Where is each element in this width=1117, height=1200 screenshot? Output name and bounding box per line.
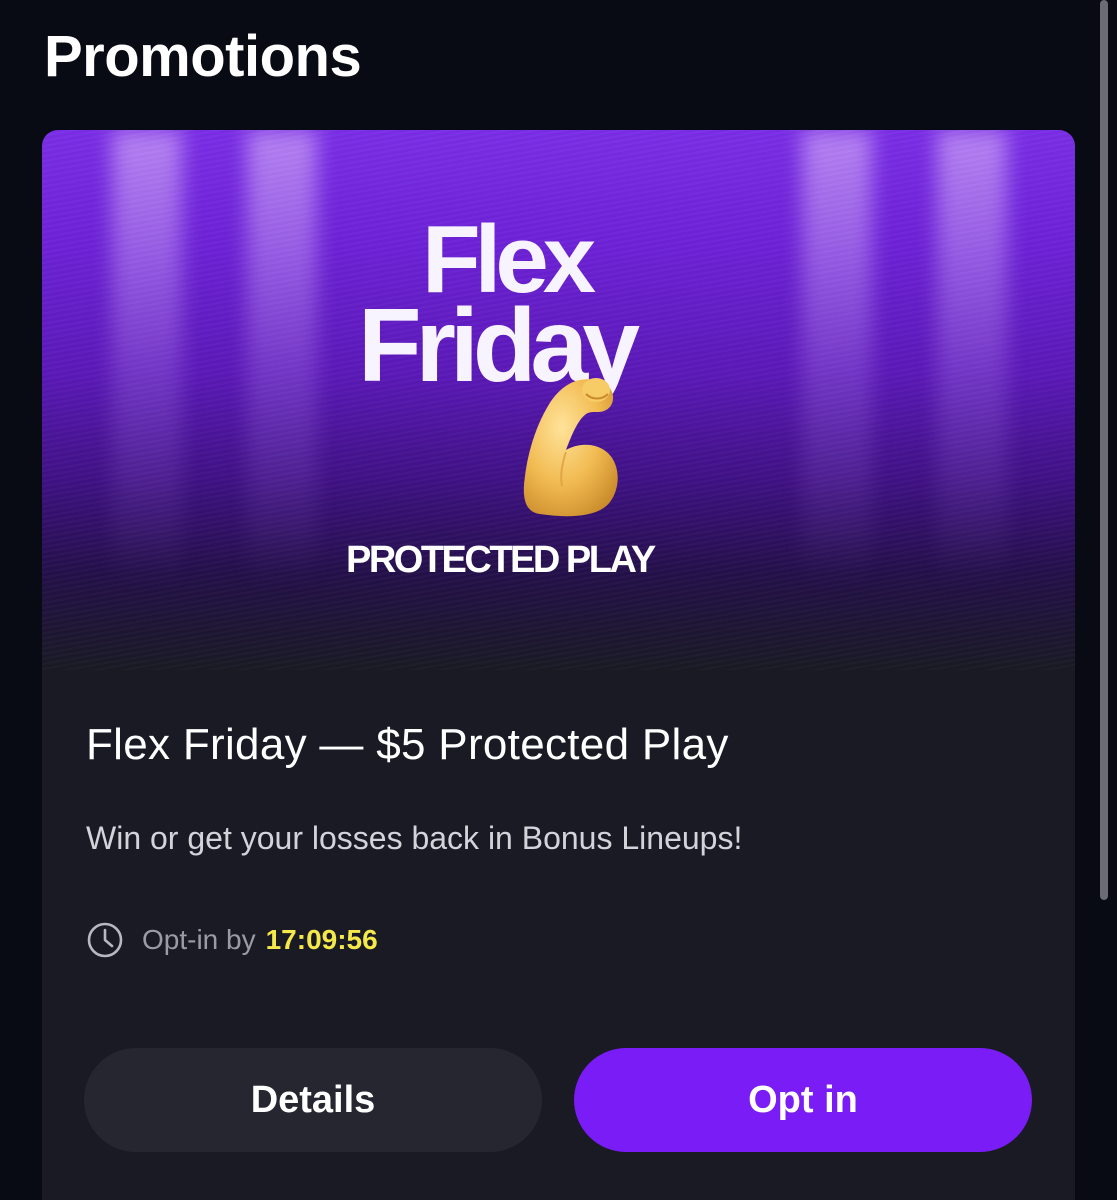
promotion-title: Flex Friday — $5 Protected Play (86, 720, 729, 769)
flexed-biceps-icon (523, 378, 618, 517)
promotions-page: Promotions Flex Friday PROTECTED PLAY Fl… (0, 0, 1117, 1200)
opt-in-deadline: Opt-in by 17:09:56 (86, 918, 378, 962)
deadline-label: Opt-in by (142, 924, 256, 955)
countdown-timer: 17:09:56 (265, 924, 378, 955)
page-title: Promotions (44, 24, 362, 89)
clock-icon (87, 922, 123, 958)
scrollbar[interactable] (1100, 0, 1108, 900)
details-button[interactable]: Details (84, 1048, 542, 1152)
banner-subtitle: PROTECTED PLAY (346, 539, 656, 581)
promotion-card: Flex Friday PROTECTED PLAY Flex Friday —… (42, 130, 1075, 1200)
promotion-description: Win or get your losses back in Bonus Lin… (86, 820, 743, 856)
opt-in-button[interactable]: Opt in (574, 1048, 1032, 1152)
promotion-banner: Flex Friday PROTECTED PLAY (42, 130, 1075, 670)
